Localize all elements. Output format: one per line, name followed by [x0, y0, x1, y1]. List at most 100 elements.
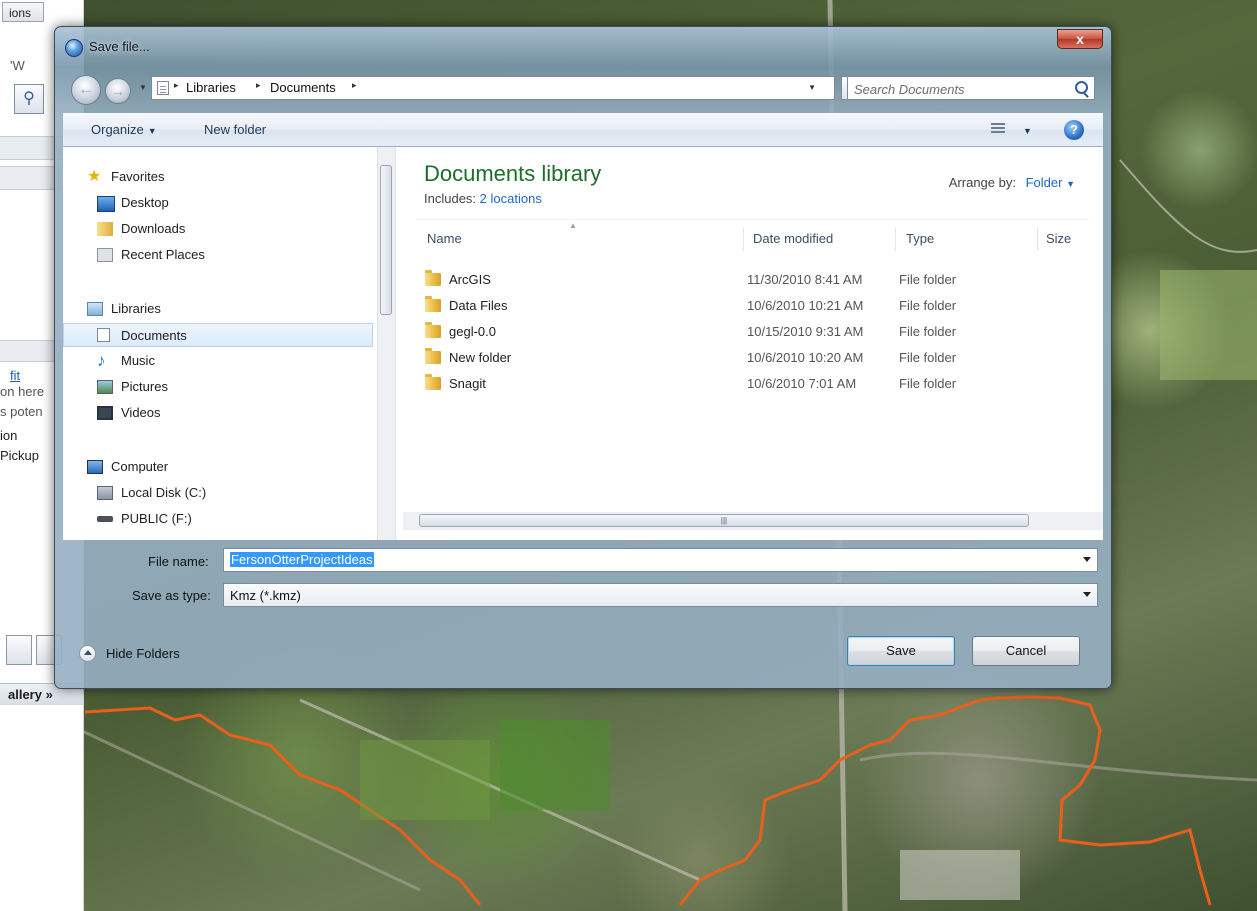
column-separator[interactable] — [743, 227, 744, 251]
nav-downloads[interactable]: Downloads — [63, 217, 373, 241]
file-date: 10/6/2010 10:20 AM — [747, 350, 864, 365]
address-bar[interactable]: ▸ Libraries ▸ Documents ▸ ▼ — [151, 76, 835, 100]
nav-pictures[interactable]: Pictures — [63, 375, 373, 399]
nav-label: Pictures — [121, 379, 168, 394]
nav-local-disk[interactable]: Local Disk (C:) — [63, 481, 373, 505]
nav-videos[interactable]: Videos — [63, 401, 373, 425]
file-type: File folder — [899, 298, 957, 313]
search-icon[interactable]: ⚲ — [14, 84, 44, 114]
nav-music[interactable]: ♪ Music — [63, 349, 373, 373]
file-name-input[interactable]: FersonOtterProjectIdeas — [223, 548, 1098, 572]
nav-label: Computer — [111, 459, 169, 474]
nav-recent-places[interactable]: Recent Places — [63, 243, 373, 267]
organize-button[interactable]: Organize ▼ — [91, 122, 157, 137]
save-type-value: Kmz (*.kmz) — [230, 588, 301, 603]
app-globe-icon — [65, 39, 83, 57]
recent-places-icon — [97, 248, 113, 262]
breadcrumb-separator[interactable]: ▸ — [256, 80, 261, 91]
scrollbar-track[interactable]: ||| — [403, 512, 1103, 530]
arrange-dropdown[interactable]: Folder ▼ — [1026, 175, 1075, 190]
organize-label: Organize — [91, 122, 144, 137]
column-header-size[interactable]: Size — [1046, 231, 1071, 246]
breadcrumb-libraries[interactable]: Libraries — [186, 80, 236, 95]
file-row[interactable]: Data Files 10/6/2010 10:21 AM File folde… — [421, 293, 1061, 319]
panel-button[interactable] — [6, 635, 32, 665]
breadcrumb-separator[interactable]: ▸ — [174, 80, 179, 91]
column-header-name[interactable]: Name — [427, 231, 462, 246]
file-type: File folder — [899, 350, 957, 365]
title-bar[interactable]: Save file... x — [61, 29, 1103, 59]
arrange-value: Folder — [1025, 175, 1063, 190]
search-icon[interactable] — [1075, 81, 1088, 94]
breadcrumb-documents[interactable]: Documents — [270, 80, 336, 95]
close-button[interactable]: x — [1057, 29, 1103, 49]
nav-scrollbar[interactable] — [377, 147, 395, 540]
column-header-date[interactable]: Date modified — [753, 231, 833, 246]
libraries-icon — [87, 302, 103, 316]
file-row[interactable]: gegl-0.0 10/15/2010 9:31 AM File folder — [421, 319, 1061, 345]
chevron-down-icon: ▼ — [1066, 179, 1075, 189]
save-type-select[interactable]: Kmz (*.kmz) — [223, 583, 1098, 607]
column-separator[interactable] — [895, 227, 896, 251]
nav-label: Documents — [121, 328, 187, 343]
file-row[interactable]: ArcGIS 11/30/2010 8:41 AM File folder — [421, 267, 1061, 293]
sort-ascending-icon: ▲ — [569, 221, 577, 230]
navigation-pane: ★ Favorites Desktop Downloads Recent Pla… — [63, 147, 396, 540]
panel-text: on here — [0, 384, 45, 399]
panel-text: Pickup — [0, 448, 40, 463]
recent-locations-dropdown[interactable]: ▼ — [139, 83, 147, 92]
search-box[interactable] — [847, 76, 1095, 100]
nav-label: Desktop — [121, 195, 169, 210]
horizontal-scrollbar[interactable]: ||| — [63, 512, 1103, 530]
chevron-down-icon: ▼ — [147, 126, 157, 136]
folder-icon — [425, 348, 441, 364]
file-row[interactable]: New folder 10/6/2010 10:20 AM File folde… — [421, 345, 1061, 371]
nav-label: Recent Places — [121, 247, 205, 262]
file-name-value: FersonOtterProjectIdeas — [230, 552, 374, 567]
options-tab[interactable]: ions — [2, 2, 44, 22]
chevron-down-icon[interactable] — [1083, 592, 1091, 597]
folder-icon — [425, 322, 441, 338]
back-button[interactable]: ← — [71, 75, 101, 105]
file-name: gegl-0.0 — [449, 324, 496, 339]
chevron-down-icon: ▼ — [1023, 126, 1032, 136]
file-name-label: File name: — [148, 554, 209, 569]
includes-label: Includes: — [424, 191, 477, 206]
nav-documents[interactable]: Documents — [63, 323, 373, 347]
address-dropdown-icon[interactable]: ▼ — [808, 83, 816, 92]
nav-desktop[interactable]: Desktop — [63, 191, 373, 215]
panel-text: s poten — [0, 404, 43, 419]
file-type: File folder — [899, 324, 957, 339]
new-folder-button[interactable]: New folder — [204, 122, 266, 137]
change-view-icon[interactable] — [991, 122, 1005, 135]
column-separator[interactable] — [1037, 227, 1038, 251]
file-date: 11/30/2010 8:41 AM — [747, 272, 863, 287]
search-input[interactable] — [852, 79, 1066, 99]
nav-computer[interactable]: Computer — [63, 455, 373, 479]
help-icon[interactable]: ? — [1064, 120, 1084, 140]
file-row[interactable]: Snagit 10/6/2010 7:01 AM File folder — [421, 371, 1061, 397]
star-icon: ★ — [87, 168, 102, 185]
command-toolbar: Organize ▼ New folder ▼ ? — [63, 113, 1103, 147]
locations-link[interactable]: 2 locations — [480, 191, 542, 206]
pictures-icon — [97, 380, 113, 394]
hide-folders-label: Hide Folders — [106, 646, 180, 661]
column-header-type[interactable]: Type — [906, 231, 934, 246]
nav-label: Videos — [121, 405, 161, 420]
nav-libraries[interactable]: Libraries — [63, 297, 373, 321]
nav-favorites[interactable]: ★ Favorites — [63, 165, 373, 189]
chevron-down-icon[interactable] — [1083, 557, 1091, 562]
file-name: Snagit — [449, 376, 486, 391]
panel-link[interactable]: fit — [10, 368, 20, 383]
save-button[interactable]: Save — [847, 636, 955, 666]
cancel-button[interactable]: Cancel — [972, 636, 1080, 666]
scrollbar-thumb[interactable] — [380, 165, 392, 315]
file-name: Data Files — [449, 298, 508, 313]
forward-button[interactable]: → — [105, 78, 131, 104]
breadcrumb-separator[interactable]: ▸ — [352, 80, 357, 91]
library-title: Documents library — [424, 161, 602, 186]
view-options-dropdown[interactable]: ▼ — [1019, 122, 1032, 137]
dialog-title: Save file... — [89, 39, 150, 54]
document-icon — [157, 81, 169, 95]
scrollbar-thumb[interactable]: ||| — [419, 514, 1029, 527]
